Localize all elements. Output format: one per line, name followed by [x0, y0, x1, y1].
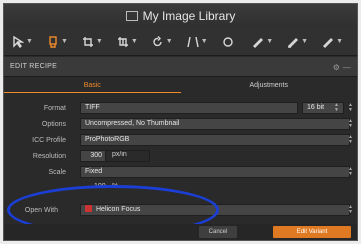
section-header: EDIT RECIPE ⚙ —	[4, 57, 357, 77]
chevron-updown-icon: ▲ ▼	[334, 102, 339, 113]
brush-icon[interactable]: ▼	[47, 32, 68, 52]
cursor-icon[interactable]: ▼	[12, 32, 33, 52]
chevron-updown-icon: ▲ ▼	[348, 134, 353, 145]
scale-row: Scale Fixed ▲ ▼	[4, 165, 357, 179]
format-select[interactable]: TIFF	[80, 102, 298, 114]
resolution-row: Resolution 300 px/in	[4, 149, 357, 163]
resolution-label: Resolution	[32, 152, 66, 160]
icc-profile-select[interactable]: ProPhotoRGB	[80, 134, 350, 146]
tab-adjustments[interactable]: Adjustments	[181, 78, 358, 93]
rotate-icon[interactable]: ▼	[152, 32, 173, 52]
chevron-updown-icon: ▲ ▼	[348, 166, 353, 177]
chevron-updown-icon: ▲ ▼	[348, 102, 353, 113]
eraser-icon[interactable]: ▼	[287, 32, 308, 52]
tab-basic[interactable]: Basic	[4, 78, 181, 93]
edit-variant-button[interactable]: Edit Variant	[273, 226, 351, 238]
dialog-footer: Cancel Edit Variant	[4, 224, 357, 240]
tool-bar: ▼ ▼ ▼ ▼ ▼ ▼ ▼ ▼ ▼	[4, 28, 357, 56]
section-title: EDIT RECIPE	[10, 63, 58, 70]
title-bar: My Image Library	[4, 4, 357, 28]
format-row: Format TIFF 16 bit ▲ ▼ ▲ ▼	[4, 101, 357, 115]
options-label: Options	[41, 120, 66, 128]
scale-select[interactable]: Fixed	[80, 166, 350, 178]
tab-bar: Basic Adjustments	[4, 78, 357, 93]
icc-profile-row: ICC Profile ProPhotoRGB ▲ ▼	[4, 133, 357, 147]
crop-icon[interactable]: ▼	[82, 32, 103, 52]
window-title: My Image Library	[142, 9, 236, 23]
format-label: Format	[43, 104, 66, 112]
keystone-icon[interactable]: ▼	[187, 32, 208, 52]
resolution-unit-select[interactable]	[80, 150, 150, 162]
scale-label: Scale	[48, 168, 66, 176]
chevron-updown-icon: ▲ ▼	[348, 118, 353, 129]
pen-icon[interactable]: ▼	[252, 32, 273, 52]
icc-profile-label: ICC Profile	[32, 136, 66, 144]
options-row: Options Uncompressed, No Thumbnail ▲ ▼	[4, 117, 357, 131]
gradient-icon[interactable]: ▼	[322, 32, 343, 52]
edit-with-dialog: My Image Library ▼ ▼ ▼ ▼ ▼ ▼ ▼ ▼ ▼ EDIT …	[3, 3, 358, 241]
cancel-button[interactable]: Cancel	[199, 226, 237, 238]
chevron-updown-icon: ▲ ▼	[348, 204, 353, 215]
options-select[interactable]: Uncompressed, No Thumbnail	[80, 118, 350, 130]
library-icon	[125, 11, 138, 21]
circle-icon[interactable]	[222, 32, 239, 52]
grid-crop-icon[interactable]: ▼	[117, 32, 138, 52]
section-controls[interactable]: ⚙ —	[333, 63, 351, 72]
